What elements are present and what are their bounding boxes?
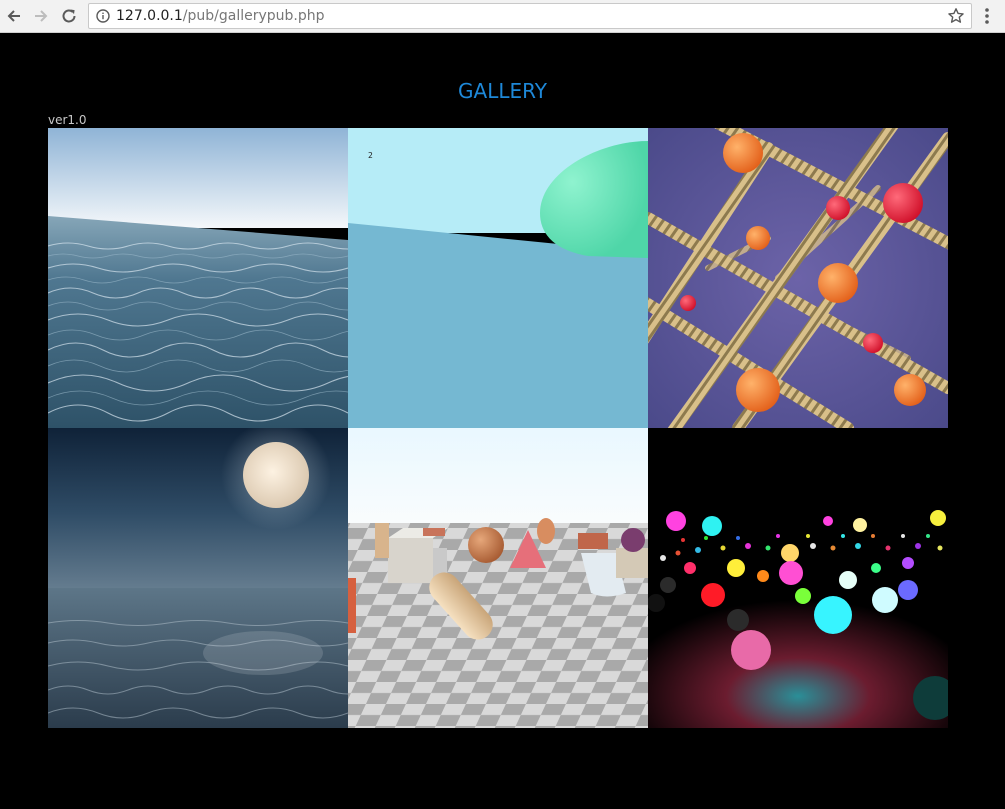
url-text[interactable]: 127.0.0.1/pub/gallerypub.php <box>116 8 325 24</box>
gallery-tile-pastel-dome[interactable]: 2 <box>348 128 648 428</box>
back-arrow-icon <box>7 10 20 22</box>
tile-overlay-text: 2 <box>368 151 373 160</box>
gallery-grid: 2 <box>48 128 948 728</box>
info-icon[interactable] <box>96 9 110 23</box>
neon-spheres-thumbnail <box>648 428 948 728</box>
ocean-waves-thumbnail <box>48 128 348 428</box>
forward-arrow-icon <box>35 10 48 22</box>
forward-button[interactable] <box>30 5 52 27</box>
pastel-dome-thumbnail: 2 <box>348 128 648 428</box>
reload-icon <box>62 9 76 23</box>
address-bar[interactable]: 127.0.0.1/pub/gallerypub.php <box>88 3 972 29</box>
reload-button[interactable] <box>58 5 80 27</box>
page-content: GALLERY ver1.0 2 <box>0 33 1005 809</box>
star-icon[interactable] <box>947 7 965 25</box>
gallery-tile-helix-lattice[interactable] <box>648 128 948 428</box>
page-title: GALLERY <box>458 79 547 103</box>
moonlit-sea-thumbnail <box>48 428 348 728</box>
browser-toolbar: 127.0.0.1/pub/gallerypub.php <box>0 0 1005 33</box>
helix-lattice-thumbnail <box>648 128 948 428</box>
more-vert-icon[interactable] <box>981 7 993 25</box>
primitives-checkerboard-thumbnail <box>348 428 648 728</box>
url-host: 127.0.0.1 <box>116 8 183 24</box>
url-path: /pub/gallerypub.php <box>182 8 325 24</box>
gallery-tile-moonlit-sea[interactable] <box>48 428 348 728</box>
gallery-tile-primitives-checkerboard[interactable] <box>348 428 648 728</box>
back-button[interactable] <box>3 5 25 27</box>
gallery-tile-neon-spheres[interactable] <box>648 428 948 728</box>
gallery-tile-ocean-waves[interactable] <box>48 128 348 428</box>
version-label: ver1.0 <box>48 113 87 127</box>
